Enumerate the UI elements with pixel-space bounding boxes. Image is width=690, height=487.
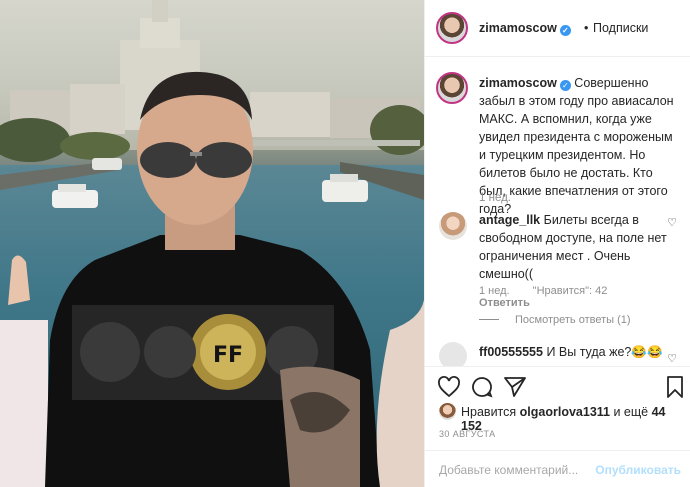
bookmark-icon[interactable] <box>665 375 685 399</box>
comments-list[interactable]: zimamoscow ✓ Совершенно забыл в этом году… <box>425 58 690 366</box>
reply-button[interactable]: Ответить <box>479 297 530 309</box>
verified-icon: ✓ <box>559 25 571 36</box>
caption-avatar[interactable] <box>436 72 468 104</box>
post-date[interactable]: 30 АВГУСТА <box>439 429 496 439</box>
header-username[interactable]: zimamoscow <box>479 21 557 35</box>
svg-text:FF: FF <box>213 343 243 368</box>
comment-avatar[interactable] <box>439 342 467 366</box>
post-photo[interactable]: FF <box>0 0 424 487</box>
comment-avatar[interactable] <box>439 212 467 240</box>
comment-username[interactable]: ff00555555 <box>479 345 543 359</box>
comment-heart-icon[interactable]: ♡ <box>667 216 677 229</box>
comment-input[interactable]: Добавьте комментарий... <box>439 463 578 477</box>
comment-username[interactable]: antage_llk <box>479 213 540 227</box>
caption-username[interactable]: zimamoscow <box>479 76 557 90</box>
separator-dot: • <box>584 21 589 35</box>
view-replies-button[interactable]: Посмотреть ответы (1) <box>479 314 631 326</box>
avatar[interactable] <box>436 12 468 44</box>
comment-heart-icon[interactable]: ♡ <box>667 352 677 365</box>
following-button[interactable]: Подписки <box>593 21 648 35</box>
verified-icon: ✓ <box>559 80 571 91</box>
heart-icon[interactable] <box>437 375 461 399</box>
photo-scene: FF <box>0 0 424 487</box>
comment-composer: Добавьте комментарий... Опубликовать <box>425 450 690 487</box>
comment-icon[interactable] <box>470 375 494 399</box>
post-panel: zimamoscow ✓ • Подписки zimamoscow ✓ Совер… <box>424 0 690 487</box>
liker-username[interactable]: olgaorlova1311 <box>520 405 610 419</box>
post-header: zimamoscow ✓ • Подписки <box>425 0 690 57</box>
likes-summary: Нравится olgaorlova1311 и ещё 44 152 <box>439 403 684 433</box>
publish-button[interactable]: Опубликовать <box>595 463 681 477</box>
liker-avatar[interactable] <box>439 403 456 420</box>
comment-body: И Вы туда же?😂😂 <box>546 345 663 359</box>
comment-time[interactable]: 1 нед. <box>479 285 510 297</box>
share-icon[interactable] <box>503 375 527 399</box>
comment-meta: 1 нед. "Нравится": 42 <box>479 285 627 297</box>
comment-text: ff00555555 И Вы туда же?😂😂 <box>479 345 679 360</box>
likes-suffix: и ещё <box>613 405 649 419</box>
likes-prefix: Нравится <box>461 405 517 419</box>
comment-likes[interactable]: "Нравится": 42 <box>533 285 608 297</box>
caption-timestamp[interactable]: 1 нед. <box>479 192 511 204</box>
action-bar <box>425 366 690 406</box>
comment-text: antage_llk Билеты всегда в свободном дос… <box>479 211 679 283</box>
